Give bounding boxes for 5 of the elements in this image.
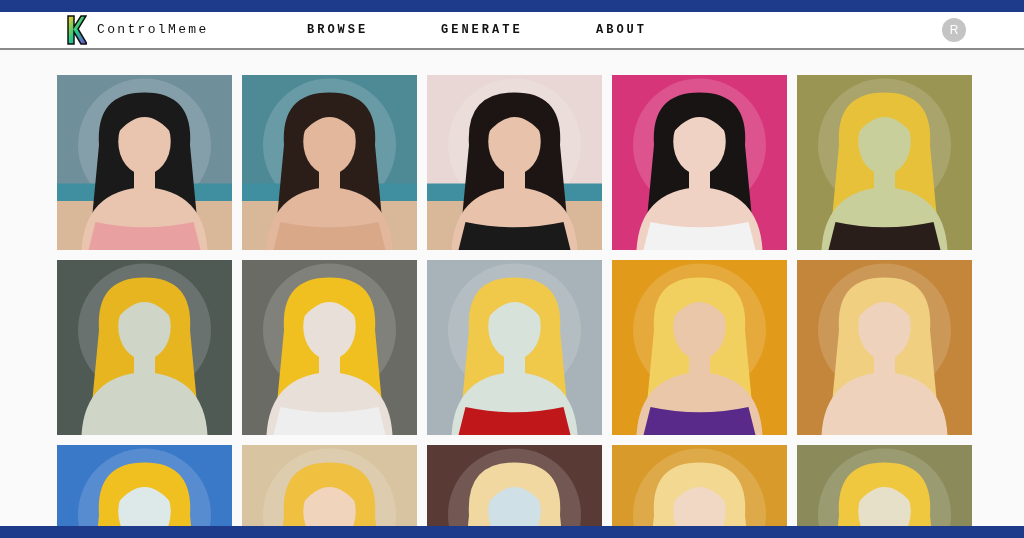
brand-name[interactable]: ControlMeme [97, 20, 307, 40]
nav-link[interactable]: ABOUT [596, 21, 676, 39]
nav-link[interactable]: BROWSE [307, 21, 441, 39]
logo-icon[interactable] [67, 15, 87, 45]
nav-link[interactable]: GENERATE [441, 21, 596, 39]
